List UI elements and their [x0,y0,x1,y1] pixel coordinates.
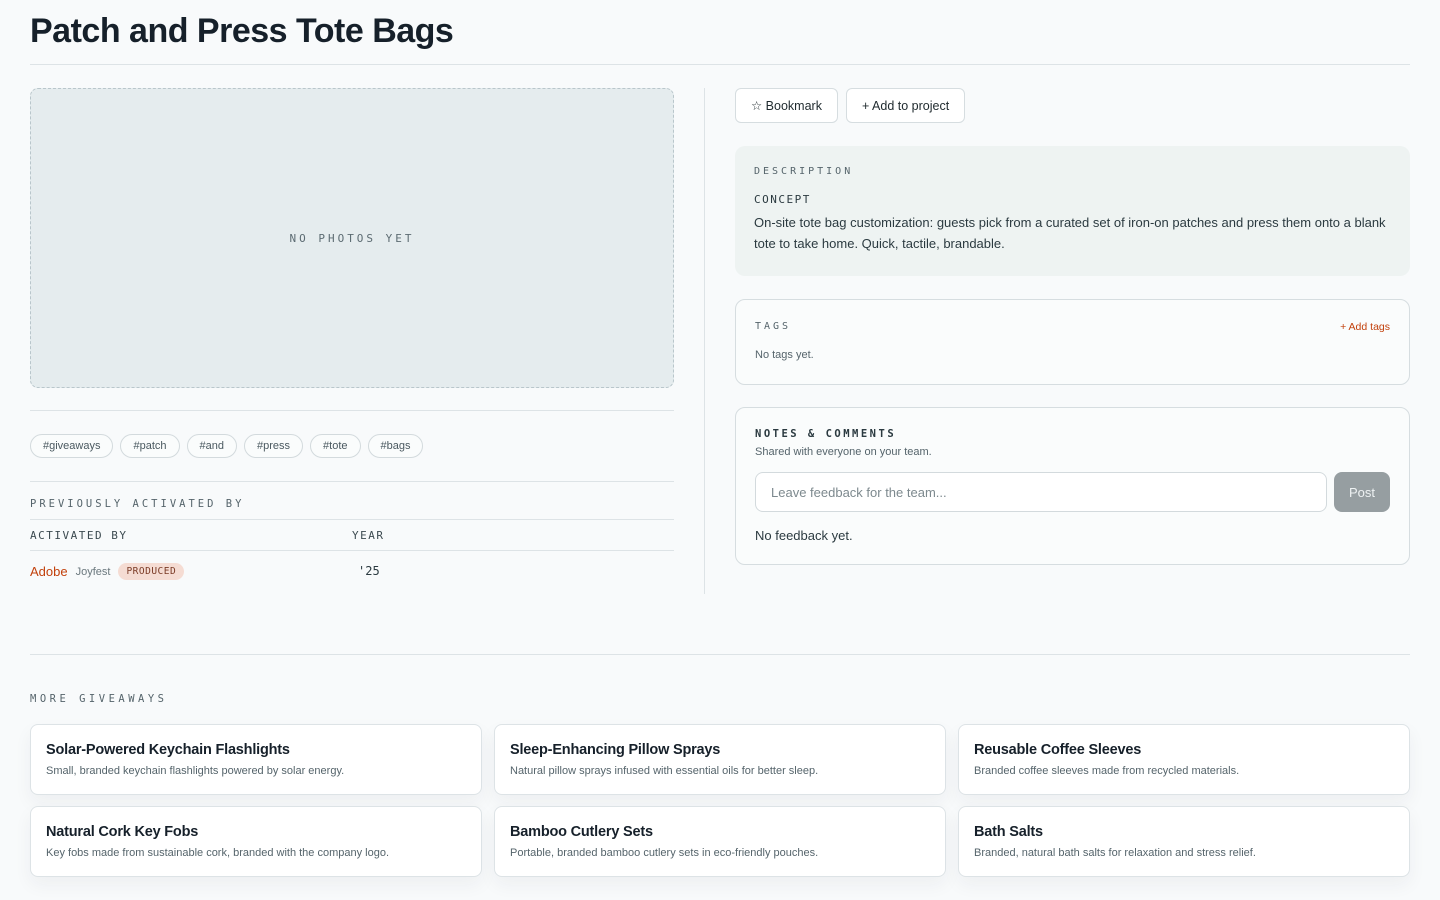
column-divider [704,88,705,594]
hashtag-list: #giveaways #patch #and #press #tote #bag… [30,434,424,458]
giveaway-card[interactable]: Natural Cork Key Fobs Key fobs made from… [30,806,482,877]
tags-empty-text: No tags yet. [755,349,814,361]
hashtag-pill[interactable]: #bags [367,434,424,458]
giveaway-title: Natural Cork Key Fobs [46,824,199,840]
giveaway-title: Bamboo Cutlery Sets [510,824,653,840]
activation-row: Adobe Joyfest PRODUCED [30,563,185,580]
add-to-project-button[interactable]: + Add to project [845,88,966,123]
notes-card: NOTES & COMMENTS Shared with everyone on… [735,407,1410,565]
feedback-input[interactable] [755,472,1327,512]
hashtag-pill[interactable]: #patch [120,434,180,458]
giveaway-description: Portable, branded bamboo cutlery sets in… [510,847,819,859]
notes-title: NOTES & COMMENTS [755,428,897,440]
hashtag-pill[interactable]: #and [186,434,237,458]
section-divider [30,654,1410,655]
activation-year: '25 [358,564,380,578]
previously-activated-heading: PREVIOUSLY ACTIVATED BY [30,498,245,510]
column-header-activated-by: ACTIVATED BY [30,529,128,542]
tags-label: TAGS [755,321,792,332]
giveaway-title: Bath Salts [974,824,1043,840]
hashtag-pill[interactable]: #tote [310,434,361,458]
notes-subtitle: Shared with everyone on your team. [755,446,932,458]
divider [30,550,674,551]
description-card: DESCRIPTION CONCEPT On-site tote bag cus… [735,146,1410,276]
giveaway-description: Branded coffee sleeves made from recycle… [974,765,1240,777]
more-giveaways-heading: MORE GIVEAWAYS [30,693,168,705]
notes-empty-text: No feedback yet. [755,528,853,543]
giveaway-card[interactable]: Reusable Coffee Sleeves Branded coffee s… [958,724,1410,795]
giveaway-description: Small, branded keychain flashlights powe… [46,765,345,777]
giveaway-card[interactable]: Sleep-Enhancing Pillow Sprays Natural pi… [494,724,946,795]
giveaway-title: Solar-Powered Keychain Flashlights [46,742,290,758]
bookmark-button[interactable]: ☆ Bookmark [735,88,838,123]
giveaway-description: Branded, natural bath salts for relaxati… [974,847,1256,859]
post-button[interactable]: Post [1334,472,1390,512]
giveaway-card[interactable]: Solar-Powered Keychain Flashlights Small… [30,724,482,795]
column-header-year: YEAR [352,529,385,542]
concept-text: On-site tote bag customization: guests p… [754,215,1386,251]
photo-empty-label: NO PHOTOS YET [289,231,415,245]
concept-label: CONCEPT [754,193,811,206]
status-badge: PRODUCED [118,563,185,580]
hashtag-pill[interactable]: #press [244,434,304,458]
photo-placeholder[interactable]: NO PHOTOS YET [30,88,674,388]
title-divider [30,64,1410,65]
activation-event: Joyfest [75,565,111,578]
action-buttons: ☆ Bookmark + Add to project [735,88,966,123]
divider [30,519,674,520]
more-giveaways-grid: Solar-Powered Keychain Flashlights Small… [30,724,1410,877]
giveaway-description: Natural pillow sprays infused with essen… [510,765,819,777]
page-title: Patch and Press Tote Bags [30,12,454,50]
divider [30,410,674,411]
giveaway-card[interactable]: Bamboo Cutlery Sets Portable, branded ba… [494,806,946,877]
giveaway-title: Reusable Coffee Sleeves [974,742,1142,758]
giveaway-title: Sleep-Enhancing Pillow Sprays [510,742,721,758]
giveaway-description: Key fobs made from sustainable cork, bra… [46,847,390,859]
add-tags-link[interactable]: + Add tags [1340,321,1390,333]
divider [30,481,674,482]
description-label: DESCRIPTION [754,166,854,177]
hashtag-pill[interactable]: #giveaways [30,434,114,458]
giveaway-card[interactable]: Bath Salts Branded, natural bath salts f… [958,806,1410,877]
activation-brand-link[interactable]: Adobe [30,564,68,579]
tags-card: TAGS + Add tags No tags yet. [735,299,1410,385]
